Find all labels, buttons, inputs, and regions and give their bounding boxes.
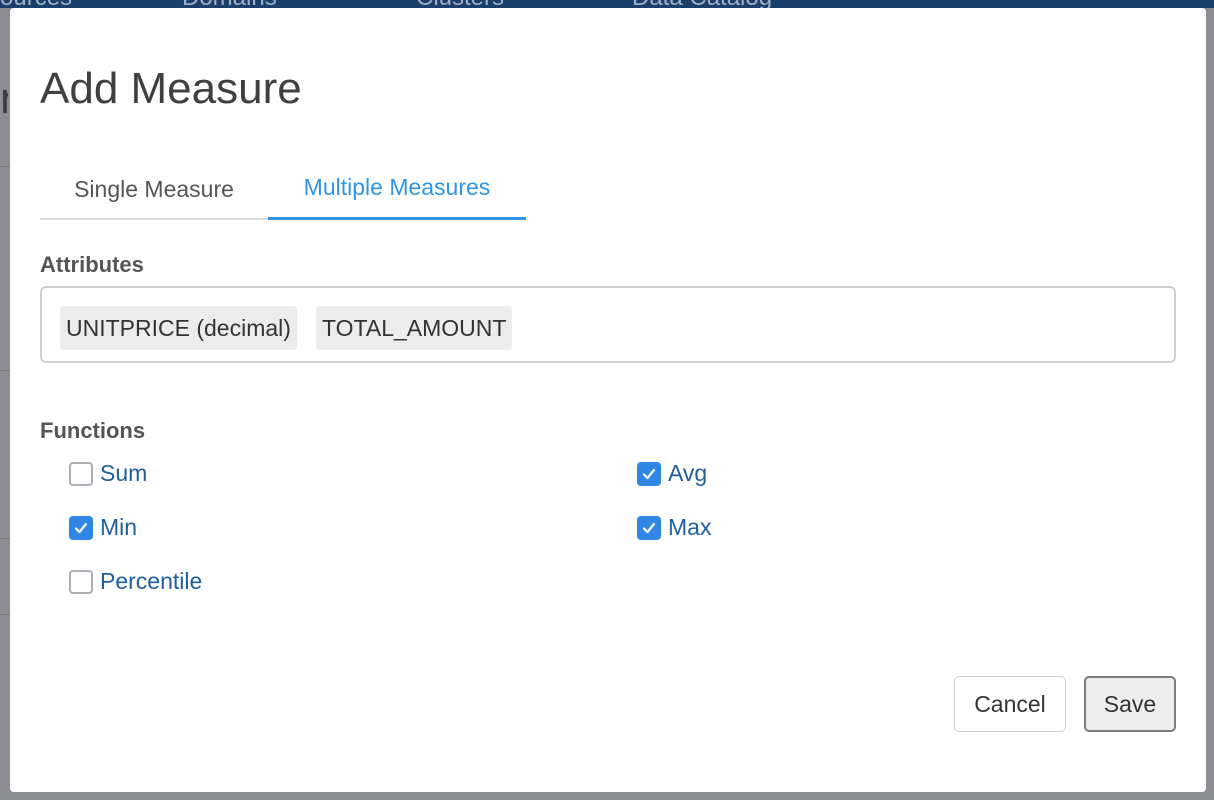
function-sum[interactable]: Sum	[69, 460, 147, 487]
max-checkbox[interactable]	[637, 515, 661, 540]
min-checkbox[interactable]	[69, 515, 93, 540]
function-min[interactable]: Min	[69, 514, 137, 541]
measure-tabs: Single Measure Multiple Measures	[40, 158, 526, 220]
attributes-label: Attributes	[40, 252, 144, 277]
background-nav-items: ources Domains Clusters Data Catalog	[0, 0, 1214, 8]
modal-title: Add Measure	[40, 64, 302, 113]
background-navbar: ources Domains Clusters Data Catalog	[0, 0, 1214, 8]
background-heading-fragment: r	[0, 74, 8, 123]
nav-item-domains: Domains	[182, 0, 277, 8]
cancel-button[interactable]: Cancel	[954, 676, 1066, 732]
nav-item-clusters: Clusters	[416, 0, 504, 8]
background-divider	[0, 166, 10, 167]
check-icon	[642, 468, 656, 479]
function-label-avg: Avg	[668, 460, 708, 486]
check-icon	[642, 522, 656, 533]
function-max[interactable]: Max	[637, 514, 711, 541]
save-button[interactable]: Save	[1084, 676, 1176, 732]
sum-checkbox[interactable]	[69, 461, 93, 486]
background-divider	[0, 370, 10, 371]
function-label-max: Max	[668, 514, 712, 540]
function-avg[interactable]: Avg	[637, 460, 707, 487]
function-percentile[interactable]: Percentile	[69, 568, 202, 595]
function-label-sum: Sum	[100, 460, 148, 486]
function-label-percentile: Percentile	[100, 568, 203, 594]
background-divider	[0, 614, 10, 615]
tab-single-measure[interactable]: Single Measure	[40, 158, 268, 220]
functions-label: Functions	[40, 418, 146, 443]
attribute-chip[interactable]: UNITPRICE (decimal)	[60, 306, 297, 350]
nav-item-data-catalog: Data Catalog	[632, 0, 772, 8]
attribute-chip[interactable]: TOTAL_AMOUNT	[316, 306, 513, 350]
tab-multiple-measures[interactable]: Multiple Measures	[268, 158, 526, 220]
add-measure-modal: Add Measure Single Measure Multiple Meas…	[10, 8, 1206, 792]
percentile-checkbox[interactable]	[69, 569, 93, 594]
avg-checkbox[interactable]	[637, 461, 661, 486]
nav-item-sources: ources	[0, 0, 72, 8]
check-icon	[74, 522, 88, 533]
background-divider	[0, 538, 10, 539]
function-label-min: Min	[100, 514, 138, 540]
attributes-input[interactable]: UNITPRICE (decimal) TOTAL_AMOUNT	[40, 286, 1176, 363]
